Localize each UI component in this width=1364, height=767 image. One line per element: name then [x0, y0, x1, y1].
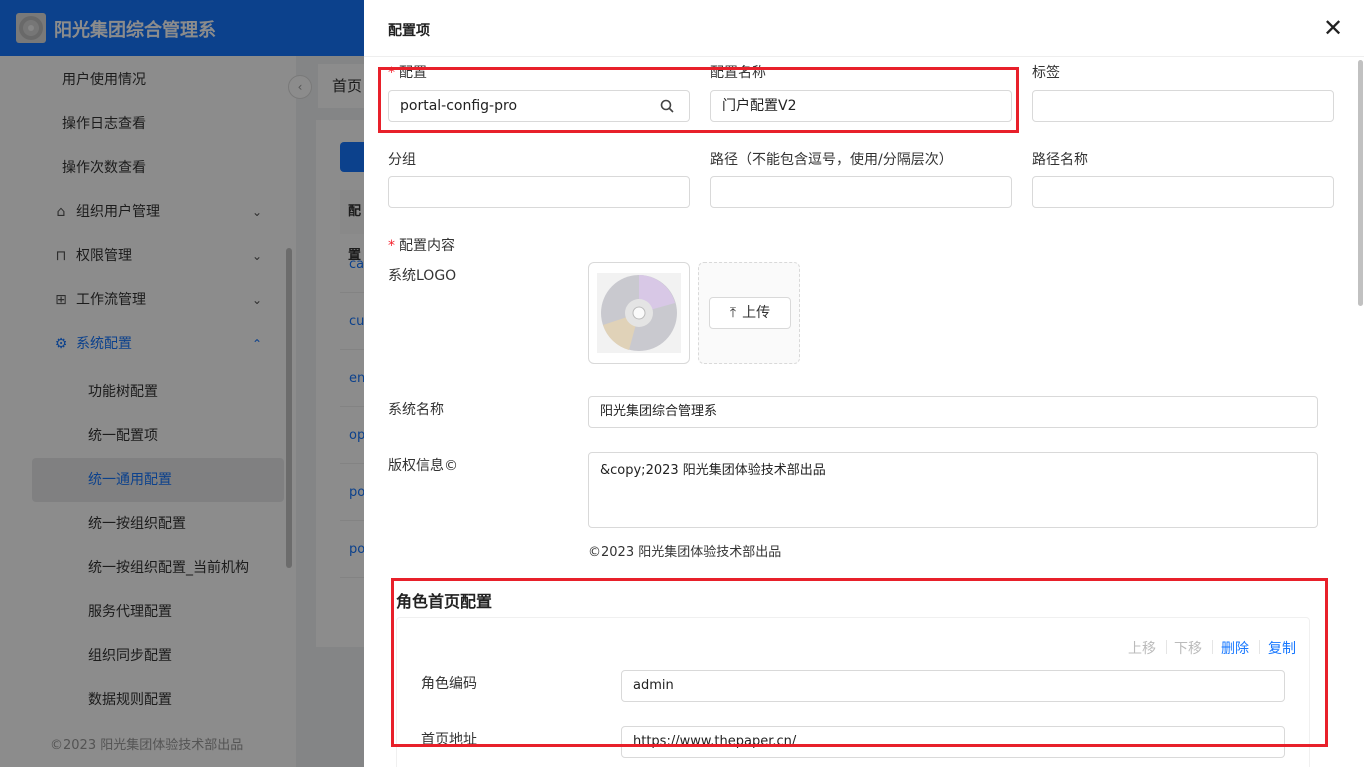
path-input[interactable] — [710, 176, 1012, 208]
tag-input[interactable] — [1032, 90, 1334, 122]
logo-thumbnail[interactable] — [588, 262, 690, 364]
drawer-scrollbar[interactable] — [1358, 60, 1363, 306]
copyright-preview: ©2023 阳光集团体验技术部出品 — [588, 545, 782, 560]
copyright-label: 版权信息© — [388, 458, 458, 474]
system-name-label: 系统名称 — [388, 402, 444, 418]
group-input[interactable] — [388, 176, 690, 208]
config-content-label: * 配置内容 — [388, 235, 455, 255]
upload-area[interactable]: ⤒ 上传 — [698, 262, 800, 364]
close-icon[interactable]: ✕ — [1322, 14, 1344, 42]
config-drawer: 配置项 ✕ * 配置 portal-config-pro 配置名称 门户配置V2 … — [364, 0, 1364, 767]
required-mark: * — [388, 238, 395, 254]
highlight-box — [378, 67, 1019, 133]
drawer-header: 配置项 ✕ — [364, 0, 1364, 57]
logo-label: 系统LOGO — [388, 268, 457, 284]
path-name-label: 路径名称 — [1032, 152, 1088, 168]
system-name-input[interactable]: 阳光集团综合管理系 — [588, 396, 1318, 428]
drawer-title: 配置项 — [388, 23, 430, 39]
upload-icon: ⤒ — [729, 305, 737, 321]
highlight-box — [391, 578, 1328, 747]
path-name-input[interactable] — [1032, 176, 1334, 208]
group-label: 分组 — [388, 152, 416, 168]
tag-label: 标签 — [1032, 65, 1060, 81]
drawer-mask[interactable] — [0, 0, 364, 767]
config-content-label-text: 配置内容 — [399, 238, 455, 254]
upload-button[interactable]: ⤒ 上传 — [709, 297, 791, 329]
path-label: 路径（不能包含逗号，使用/分隔层次） — [710, 152, 953, 168]
upload-label: 上传 — [742, 305, 771, 321]
cd-disc-icon — [597, 273, 681, 353]
copyright-textarea[interactable]: &copy;2023 阳光集团体验技术部出品 — [588, 452, 1318, 528]
